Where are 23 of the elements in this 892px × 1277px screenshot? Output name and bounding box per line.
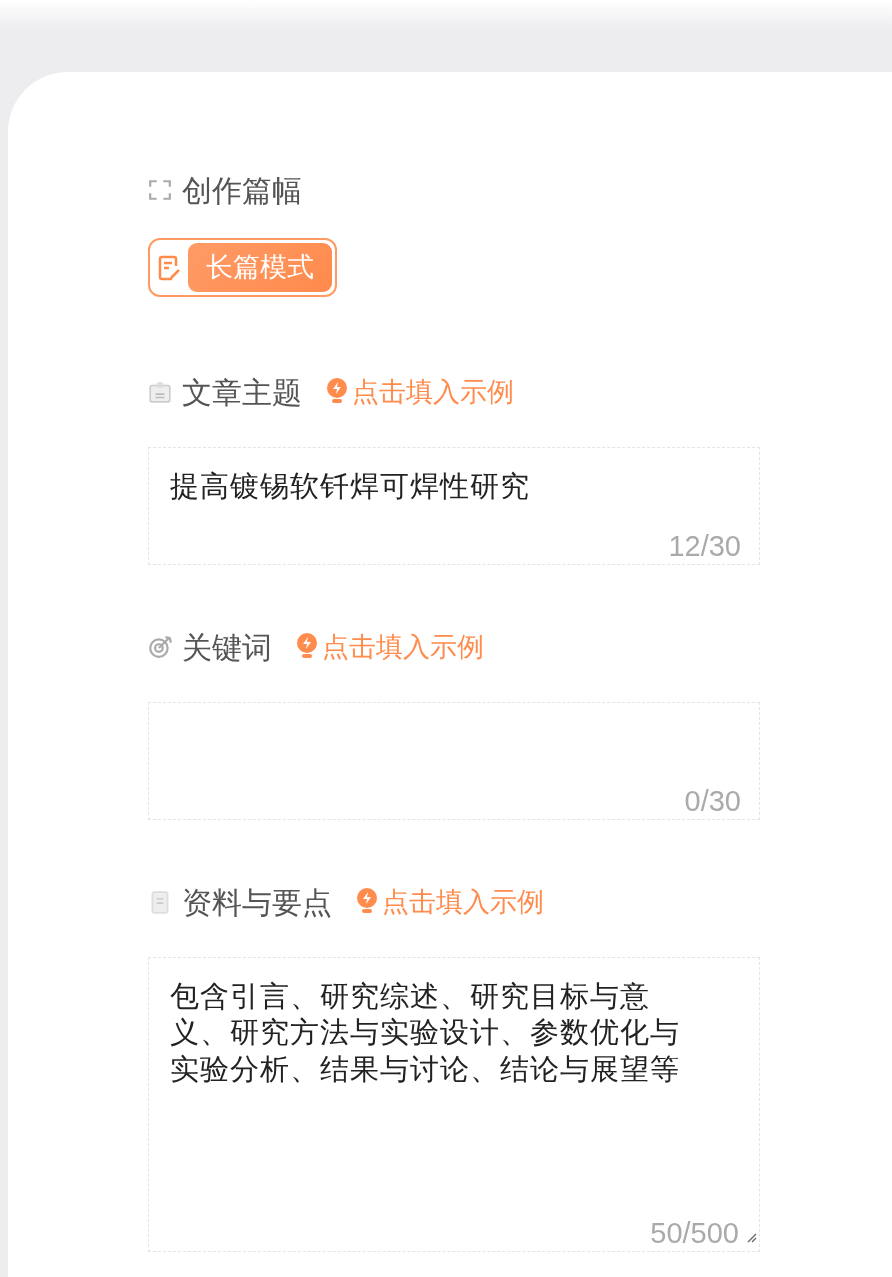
lightbulb-icon	[296, 633, 318, 661]
character-counter: 0/30	[684, 784, 741, 819]
edit-icon	[158, 253, 182, 282]
character-counter: 50/500	[650, 1216, 739, 1251]
field-value: 包含引言、研究综述、研究目标与意义、研究方法与实验设计、参数优化与实验分析、结果与讨论、结论与展望等	[170, 979, 681, 1087]
fill-example-link[interactable]: 点击填入示例	[326, 371, 514, 413]
lightbulb-icon	[326, 378, 348, 406]
character-counter: 12/30	[668, 529, 741, 564]
mode-option[interactable]: 长篇模式	[188, 243, 332, 292]
lightbulb-icon	[356, 888, 378, 916]
layout-icon	[148, 178, 172, 202]
field-value: 提高镀锡软钎焊可焊性研究	[170, 469, 531, 504]
section-title: 文章主题	[182, 374, 302, 411]
fill-example-link[interactable]: 点击填入示例	[296, 626, 484, 668]
text-field[interactable]: 提高镀锡软钎焊可焊性研究 12/30	[148, 447, 760, 565]
section-title: 创作篇幅	[182, 172, 302, 209]
fill-example-link[interactable]: 点击填入示例	[356, 881, 544, 923]
section-title: 关键词	[182, 629, 272, 666]
clipboard-icon	[148, 380, 172, 404]
text-field[interactable]: 包含引言、研究综述、研究目标与意义、研究方法与实验设计、参数优化与实验分析、结果与讨论、结论与展望等 50/500	[148, 957, 760, 1252]
target-icon	[148, 635, 172, 659]
section-title: 资料与要点	[182, 884, 332, 921]
text-field[interactable]: 0/30	[148, 702, 760, 820]
